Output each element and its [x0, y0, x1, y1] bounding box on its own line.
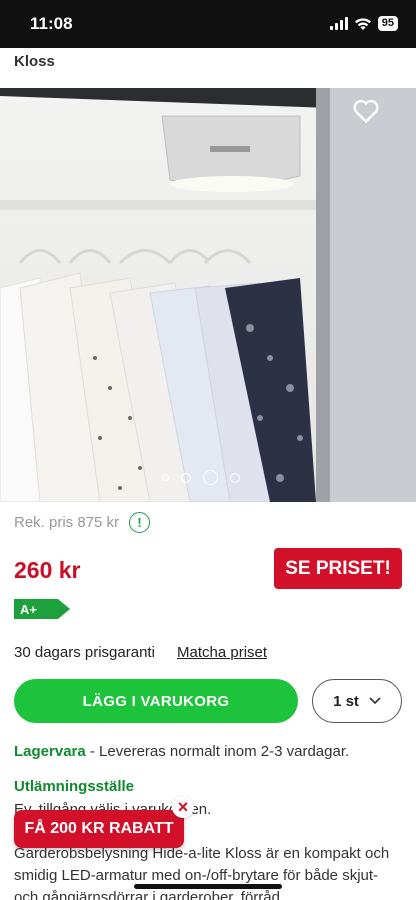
add-to-cart-button[interactable]: LÄGG I VARUKORG	[14, 679, 298, 723]
heart-icon[interactable]	[352, 98, 380, 124]
page-title: Kloss	[14, 53, 55, 70]
rek-price: Rek. pris 875 kr	[14, 514, 120, 531]
carousel-dot[interactable]	[230, 472, 240, 483]
carousel-dot[interactable]	[162, 474, 169, 481]
quantity-select[interactable]: 1 st	[312, 679, 402, 723]
stock-info: Lagervara - Levereras normalt inom 2-3 v…	[14, 743, 349, 760]
product-description: Garderobsbelysning Hide-a-lite Kloss är …	[14, 845, 390, 900]
price: 260 kr	[14, 557, 81, 583]
rek-price-row: Rek. pris 875 kr !	[14, 512, 151, 533]
match-price-link[interactable]: Matcha priset	[177, 644, 267, 661]
status-time: 11:08	[30, 14, 73, 33]
signal-icon	[329, 17, 348, 30]
promo-banner[interactable]: FÅ 200 KR RABATT	[14, 810, 184, 848]
energy-class-badge[interactable]: A+	[14, 599, 70, 619]
pickup-title: Utlämningsställe	[14, 778, 135, 795]
chevron-down-icon	[369, 697, 381, 705]
product-image[interactable]	[0, 88, 416, 502]
stock-text: - Levereras normalt inom 2-3 vardagar.	[85, 743, 350, 760]
wifi-icon	[354, 17, 371, 30]
carousel-dots	[162, 470, 240, 485]
close-icon[interactable]: ×	[172, 796, 194, 818]
title-bar: Kloss	[0, 48, 416, 88]
stock-label: Lagervara	[14, 743, 86, 760]
home-indicator	[134, 884, 282, 889]
status-bar: 11:08 95	[0, 0, 416, 48]
energy-class-label: A+	[20, 602, 37, 617]
product-photo	[0, 88, 416, 502]
see-price-button[interactable]: SE PRISET!	[274, 548, 402, 589]
info-icon[interactable]: !	[129, 512, 151, 533]
status-icons: 95	[329, 16, 398, 31]
carousel-dot[interactable]	[181, 472, 191, 483]
quantity-value: 1 st	[333, 692, 359, 710]
price-guarantee: 30 dagars prisgaranti	[14, 644, 155, 661]
carousel-dot-active[interactable]	[203, 470, 218, 485]
battery-icon: 95	[377, 16, 398, 31]
